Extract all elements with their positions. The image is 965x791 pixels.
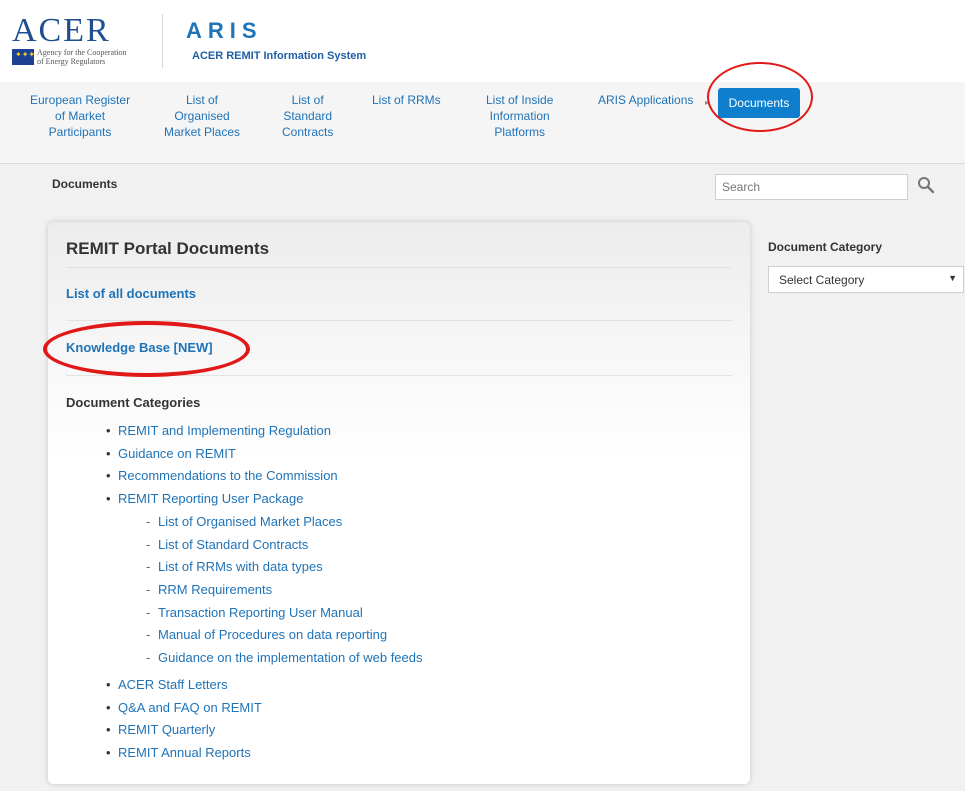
list-item: REMIT Quarterly bbox=[106, 721, 262, 744]
list-item: List of Standard Contracts bbox=[146, 536, 423, 559]
chevron-down-icon: ▼ bbox=[948, 273, 957, 283]
list-item: Guidance on REMIT bbox=[106, 445, 338, 468]
nav-standard-contracts[interactable]: List of Standard Contracts bbox=[282, 92, 333, 140]
list-item: RRM Requirements bbox=[146, 581, 423, 604]
acer-logo[interactable]: ACER ✦✦✦ Agency for the Cooperation of E… bbox=[10, 14, 140, 74]
category-select[interactable]: Select Category ▼ bbox=[768, 266, 964, 293]
category-list-continued: ACER Staff Letters Q&A and FAQ on REMIT … bbox=[106, 676, 262, 767]
divider bbox=[66, 267, 732, 268]
main-navigation: European Register of Market Participants L… bbox=[0, 82, 965, 164]
aris-logo[interactable]: ARIS ACER REMIT Information System bbox=[186, 18, 406, 68]
search-icon[interactable] bbox=[917, 176, 935, 194]
nav-inside-information-platforms[interactable]: List of Inside Information Platforms bbox=[486, 92, 553, 140]
list-item: ACER Staff Letters bbox=[106, 676, 262, 699]
category-link[interactable]: Q&A and FAQ on REMIT bbox=[118, 700, 262, 715]
panel-title: REMIT Portal Documents bbox=[66, 239, 270, 258]
category-link[interactable]: REMIT Quarterly bbox=[118, 722, 215, 737]
document-category-title: Document Category bbox=[768, 240, 883, 254]
categories-heading: Document Categories bbox=[66, 395, 201, 410]
list-item: REMIT Annual Reports bbox=[106, 744, 262, 767]
search-input[interactable] bbox=[715, 174, 908, 200]
nav-european-register[interactable]: European Register of Market Participants bbox=[30, 92, 130, 140]
nav-aris-applications[interactable]: ARIS Applications bbox=[598, 92, 693, 108]
category-link[interactable]: REMIT Reporting User Package bbox=[118, 491, 303, 506]
list-item: List of Organised Market Places bbox=[146, 513, 423, 536]
knowledge-base-link[interactable]: Knowledge Base [NEW] bbox=[66, 340, 213, 355]
documents-panel: REMIT Portal Documents List of all docum… bbox=[48, 222, 750, 784]
eu-flag-icon: ✦✦✦ bbox=[12, 49, 35, 65]
subcategory-link[interactable]: List of Standard Contracts bbox=[158, 537, 308, 552]
site-header: ACER ✦✦✦ Agency for the Cooperation of E… bbox=[0, 0, 965, 82]
acer-wordmark: ACER bbox=[12, 12, 111, 49]
aris-wordmark: ARIS bbox=[186, 18, 263, 43]
category-link[interactable]: ACER Staff Letters bbox=[118, 677, 228, 692]
list-item: Recommendations to the Commission bbox=[106, 467, 338, 490]
subcategory-link[interactable]: RRM Requirements bbox=[158, 582, 272, 597]
list-item: List of RRMs with data types bbox=[146, 558, 423, 581]
list-item: Guidance on the implementation of web fe… bbox=[146, 649, 423, 672]
category-link[interactable]: REMIT and Implementing Regulation bbox=[118, 423, 331, 438]
nav-organised-market-places[interactable]: List of Organised Market Places bbox=[164, 92, 240, 140]
subcategory-link[interactable]: List of Organised Market Places bbox=[158, 514, 342, 529]
list-item: Manual of Procedures on data reporting bbox=[146, 626, 423, 649]
nav-documents[interactable]: Documents bbox=[718, 88, 800, 118]
list-item: REMIT Reporting User Package bbox=[106, 490, 338, 513]
breadcrumb: Documents bbox=[52, 177, 118, 191]
category-list: REMIT and Implementing Regulation Guidan… bbox=[106, 422, 338, 513]
list-item: Transaction Reporting User Manual bbox=[146, 604, 423, 627]
subcategory-link[interactable]: Transaction Reporting User Manual bbox=[158, 605, 363, 620]
aris-subtitle: ACER REMIT Information System bbox=[192, 50, 367, 62]
list-item: Q&A and FAQ on REMIT bbox=[106, 699, 262, 722]
category-link[interactable]: Recommendations to the Commission bbox=[118, 468, 338, 483]
caret-right-icon: ▸ bbox=[705, 98, 710, 107]
subcategory-link[interactable]: Manual of Procedures on data reporting bbox=[158, 627, 387, 642]
category-link[interactable]: REMIT Annual Reports bbox=[118, 745, 251, 760]
nav-list-of-rrms[interactable]: List of RRMs bbox=[372, 92, 441, 108]
list-item: REMIT and Implementing Regulation bbox=[106, 422, 338, 445]
category-link[interactable]: Guidance on REMIT bbox=[118, 446, 236, 461]
subcategory-link[interactable]: Guidance on the implementation of web fe… bbox=[158, 650, 423, 665]
subcategory-link[interactable]: List of RRMs with data types bbox=[158, 559, 323, 574]
acer-tagline: Agency for the Cooperation of Energy Reg… bbox=[37, 48, 127, 66]
logo-divider bbox=[162, 14, 163, 68]
all-documents-link[interactable]: List of all documents bbox=[66, 286, 196, 301]
divider bbox=[66, 375, 732, 376]
category-select-value: Select Category bbox=[779, 273, 865, 287]
divider bbox=[66, 320, 732, 321]
reporting-subcategory-list: List of Organised Market Places List of … bbox=[146, 513, 423, 672]
